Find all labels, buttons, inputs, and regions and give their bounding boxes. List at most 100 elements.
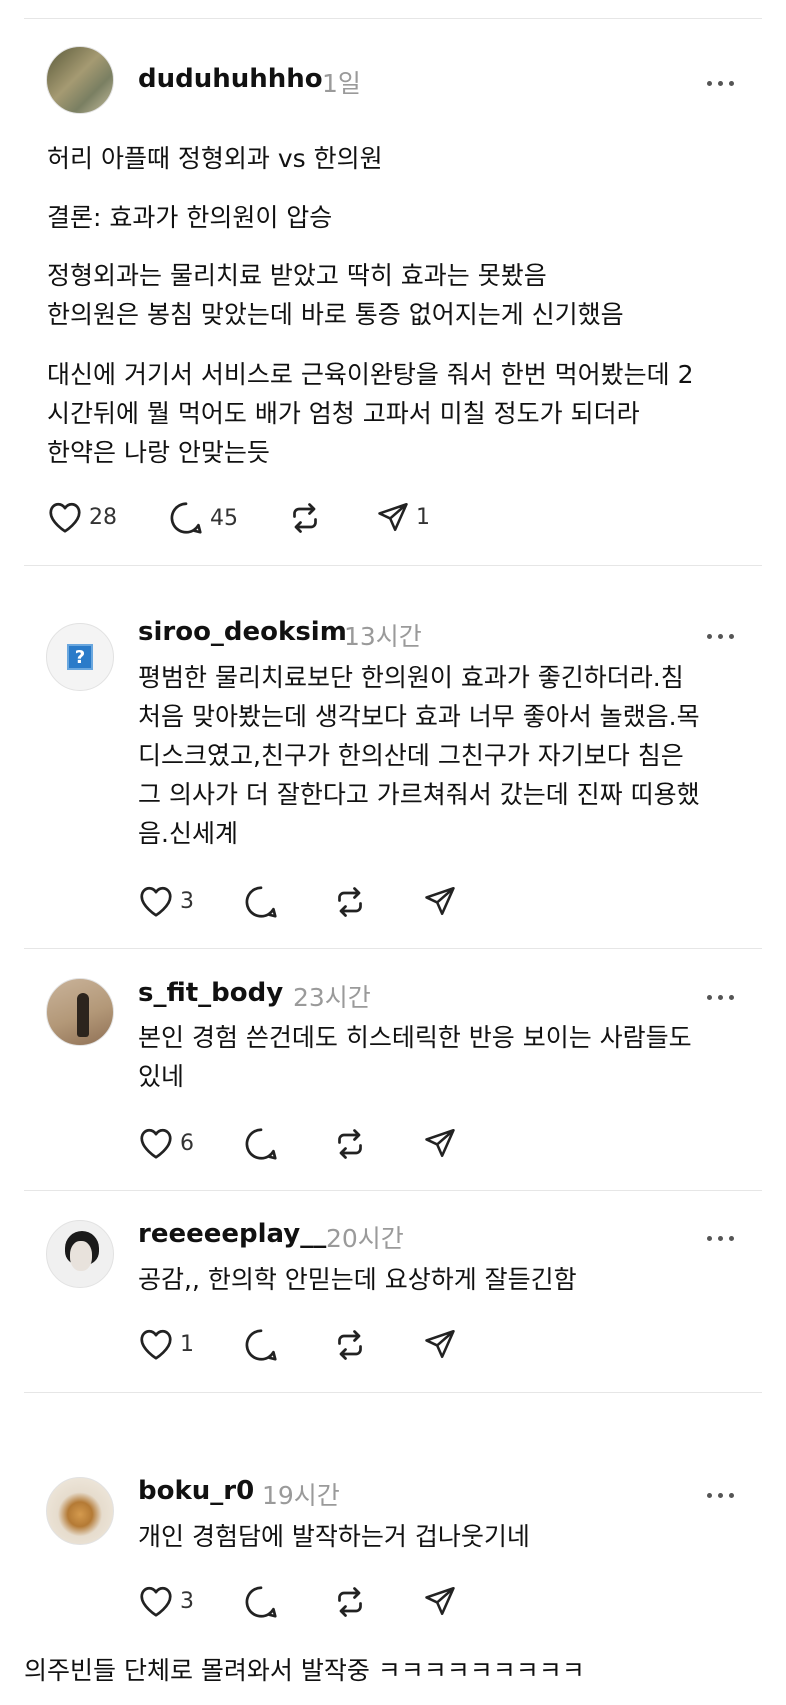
username[interactable]: reeeeeplay__ (138, 1219, 326, 1249)
post-line: 결론: 효과가 한의원이 압승 (47, 203, 333, 232)
like-count: 6 (180, 1130, 194, 1156)
share-button[interactable] (423, 1327, 457, 1361)
send-icon (425, 1329, 455, 1359)
more-icon[interactable] (707, 1234, 735, 1242)
repost-icon (338, 1129, 362, 1159)
reply-body: 평범한 물리치료보단 한의원이 효과가 좋긴하더라.침 처음 맞아봤는데 생각보… (138, 658, 700, 853)
post-body: 결론: 효과가 한의원이 압승 (47, 198, 332, 237)
comment-icon (245, 886, 277, 918)
avatar[interactable] (46, 1477, 114, 1545)
post-body: 허리 아플때 정형외과 vs 한의원 (47, 139, 383, 178)
post-line: 한의원은 봉침 맞았는데 바로 통증 없어지는게 신기했음 (47, 300, 624, 329)
comment-icon (245, 1128, 277, 1160)
send-icon (378, 502, 408, 532)
comment-icon (245, 1329, 277, 1361)
divider (24, 1392, 762, 1393)
timestamp: 23시간 (293, 983, 371, 1012)
username[interactable]: boku_r0 (138, 1476, 254, 1506)
send-icon (425, 886, 455, 916)
like-count: 1 (180, 1331, 194, 1357)
repost-icon (338, 1587, 362, 1617)
avatar[interactable] (46, 46, 114, 114)
post-line: 한약은 나랑 안맞는듯 (47, 438, 270, 467)
comment-button[interactable] (243, 1584, 279, 1620)
repost-button[interactable] (332, 1126, 368, 1162)
like-button[interactable]: 6 (138, 1126, 194, 1160)
post-line: 시간뒤에 뭘 먹어도 배가 엄청 고파서 미칠 정도가 되더라 (47, 399, 640, 428)
reply-line: 개인 경험담에 발작하는거 겁나웃기네 (138, 1522, 530, 1551)
heart-icon (140, 1329, 172, 1360)
reply-line: 있네 (138, 1062, 185, 1091)
more-icon[interactable] (707, 79, 735, 87)
caption-text: 의주빈들 단체로 몰려와서 발작중 ㅋㅋㅋㅋㅋㅋㅋㅋㅋ (24, 1656, 585, 1685)
heart-icon (140, 886, 172, 917)
top-divider (24, 18, 762, 19)
like-button[interactable]: 3 (138, 884, 194, 918)
question-icon: ? (67, 644, 93, 670)
divider (24, 948, 762, 949)
more-icon[interactable] (707, 993, 735, 1001)
repost-button[interactable] (287, 500, 323, 536)
timestamp: 1일 (322, 69, 361, 98)
username[interactable]: duduhuhhho (138, 64, 323, 94)
share-count: 1 (416, 504, 430, 530)
like-button[interactable]: 3 (138, 1584, 194, 1618)
send-icon (425, 1586, 455, 1616)
repost-icon (338, 887, 362, 917)
like-count: 3 (180, 1588, 194, 1614)
avatar[interactable] (46, 1220, 114, 1288)
reply-body: 개인 경험담에 발작하는거 겁나웃기네 (138, 1517, 530, 1556)
share-button[interactable] (423, 884, 457, 918)
post-line: 허리 아플때 정형외과 vs 한의원 (47, 144, 383, 173)
timestamp: 19시간 (262, 1481, 340, 1510)
username[interactable]: s_fit_body (138, 978, 283, 1008)
more-icon[interactable] (707, 1491, 735, 1499)
reply-line: 그 의사가 더 잘한다고 가르쳐줘서 갔는데 진짜 띠용했 (138, 780, 700, 809)
share-button[interactable] (423, 1584, 457, 1618)
divider (24, 1190, 762, 1191)
like-button[interactable]: 1 (138, 1327, 194, 1361)
more-icon[interactable] (707, 632, 735, 640)
heart-icon (140, 1586, 172, 1617)
repost-button[interactable] (332, 1584, 368, 1620)
comment-icon (170, 502, 202, 534)
like-count: 28 (89, 504, 117, 530)
reply-line: 디스크였고,친구가 한의산데 그친구가 자기보다 침은 (138, 741, 684, 770)
comment-button[interactable] (243, 884, 279, 920)
username[interactable]: siroo_deoksim (138, 617, 347, 647)
avatar[interactable] (46, 978, 114, 1046)
reply-line: 본인 경험 쓴건데도 히스테릭한 반응 보이는 사람들도 (138, 1023, 692, 1052)
heart-icon (49, 502, 81, 533)
share-button[interactable]: 1 (376, 500, 430, 534)
reply-line: 처음 맞아봤는데 생각보다 효과 너무 좋아서 놀랬음.목 (138, 702, 700, 731)
post-line: 대신에 거기서 서비스로 근육이완탕을 줘서 한번 먹어봤는데 2 (47, 360, 694, 389)
like-count: 3 (180, 888, 194, 914)
timestamp: 13시간 (344, 622, 422, 651)
comment-button[interactable] (243, 1126, 279, 1162)
like-button[interactable]: 28 (47, 500, 117, 534)
reply-line: 공감,, 한의학 안믿는데 요상하게 잘듣긴함 (138, 1265, 577, 1294)
post-line: 정형외과는 물리치료 받았고 딱히 효과는 못봤음 (47, 261, 547, 290)
repost-button[interactable] (332, 1327, 368, 1363)
repost-icon (293, 503, 317, 533)
reply-body: 공감,, 한의학 안믿는데 요상하게 잘듣긴함 (138, 1260, 577, 1299)
avatar[interactable]: ? (46, 623, 114, 691)
repost-icon (338, 1330, 362, 1360)
timestamp: 20시간 (326, 1224, 404, 1253)
avatar-figure (77, 993, 89, 1037)
avatar-face (70, 1241, 92, 1271)
heart-icon (140, 1128, 172, 1159)
share-button[interactable] (423, 1126, 457, 1160)
reply-line: 음.신세계 (138, 819, 238, 848)
send-icon (425, 1128, 455, 1158)
comment-button[interactable]: 45 (168, 500, 238, 536)
reply-body: 본인 경험 쓴건데도 히스테릭한 반응 보이는 사람들도 있네 (138, 1018, 692, 1096)
divider (24, 565, 762, 566)
comment-button[interactable] (243, 1327, 279, 1363)
post-body: 대신에 거기서 서비스로 근육이완탕을 줘서 한번 먹어봤는데 2 시간뒤에 뭘… (47, 355, 694, 472)
reply-line: 평범한 물리치료보단 한의원이 효과가 좋긴하더라.침 (138, 663, 684, 692)
comment-count: 45 (210, 505, 238, 531)
post-body: 정형외과는 물리치료 받았고 딱히 효과는 못봤음 한의원은 봉침 맞았는데 바… (47, 256, 624, 334)
repost-button[interactable] (332, 884, 368, 920)
comment-icon (245, 1586, 277, 1618)
